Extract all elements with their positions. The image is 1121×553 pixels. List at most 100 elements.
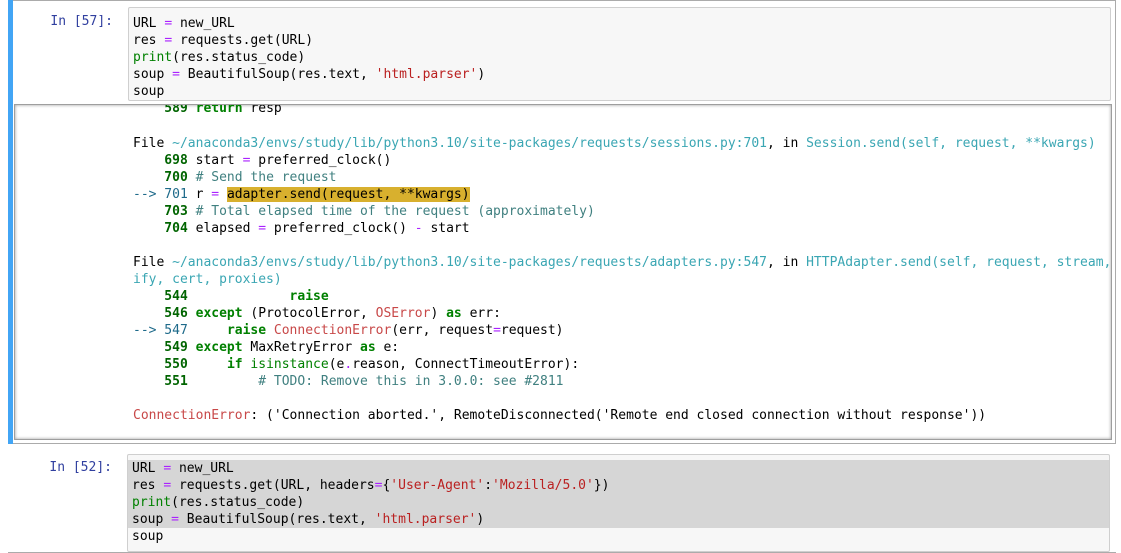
code-token: soup <box>133 67 173 82</box>
code-token: resp <box>242 104 282 116</box>
code-token: preferred_clock() <box>250 153 392 168</box>
traceback-line: 704 elapsed = preferred_clock() - start <box>133 220 469 237</box>
code-token: 'Mozilla/5.0' <box>492 478 594 493</box>
code-token: : <box>484 478 493 493</box>
code-token: r <box>195 187 212 202</box>
code-token: 'html.parser' <box>375 67 478 82</box>
traceback-line: ify, cert, proxies) <box>133 271 282 288</box>
code-line: soup <box>129 83 1110 100</box>
code-line: soup = BeautifulSoup(res.text, 'html.par… <box>129 66 1110 83</box>
traceback-line: File ~/anaconda3/envs/study/lib/python3.… <box>133 135 1096 152</box>
code-token: : ('Connection aborted.', RemoteDisconne… <box>250 408 987 423</box>
code-token: err: <box>461 306 501 321</box>
code-token: res <box>132 478 164 493</box>
code-token: as <box>360 340 376 355</box>
code-token: requests.get(URL) <box>172 33 314 48</box>
code-token: new_URL <box>171 461 234 476</box>
code-token: ~/anaconda3/envs/study/lib/python3.10/si… <box>172 136 767 151</box>
code-token: preferred_clock() <box>266 221 415 236</box>
code-token: print <box>132 495 172 510</box>
code-token: = <box>211 187 220 202</box>
code-token: except <box>195 340 243 355</box>
code-input-area[interactable]: URL = new_URL res = requests.get(URL, hea… <box>127 454 1110 552</box>
code-token: . <box>344 357 353 372</box>
traceback-line: ConnectionError: ('Connection aborted.',… <box>133 407 986 424</box>
code-input-area[interactable]: URL = new_URL res = requests.get(URL) prin… <box>128 7 1111 101</box>
code-token: adapter.send(request, **kwargs) <box>226 187 470 202</box>
code-token: raise <box>289 289 329 304</box>
code-token: File <box>133 255 173 270</box>
code-token: ify, cert, proxies) <box>133 272 282 287</box>
traceback-line: 700 # Send the request <box>133 169 336 186</box>
code-line: res = requests.get(URL) <box>129 32 1110 49</box>
code-token: e: <box>375 340 400 355</box>
code-line: print(res.status_code) <box>129 49 1110 66</box>
code-token: 700 <box>133 170 196 185</box>
code-token: res <box>133 33 165 48</box>
code-token: isinstance <box>250 357 329 372</box>
traceback-line: --> 701 r = adapter.send(request, **kwar… <box>133 186 470 203</box>
code-token: ) <box>430 306 447 321</box>
code-token: as <box>446 306 462 321</box>
code-token: = <box>493 323 501 338</box>
code-token: , in <box>766 136 807 151</box>
code-token: = <box>172 67 180 82</box>
code-token: soup <box>132 529 164 544</box>
code-token: 'html.parser' <box>374 512 477 527</box>
code-token: ConnectionError <box>133 408 251 423</box>
code-token: elapsed <box>195 221 259 236</box>
code-cell-57[interactable]: In [57]: URL = new_URL res = requests.get… <box>8 0 1116 444</box>
code-token: File <box>133 136 173 151</box>
code-token: BeautifulSoup(res.text, <box>179 67 376 82</box>
code-token: OSError <box>375 306 431 321</box>
code-token: 'User-Agent' <box>390 478 485 493</box>
traceback-line: 703 # Total elapsed time of the request … <box>133 203 595 220</box>
code-token: , in <box>766 255 807 270</box>
traceback-line: 544 raise <box>133 288 329 305</box>
traceback-line: 549 except MaxRetryError as e: <box>133 339 399 356</box>
code-token: 544 <box>133 289 196 304</box>
code-token: if <box>226 357 243 372</box>
code-token: # TODO: Remove this in 3.0.0: see #2811 <box>258 374 564 389</box>
code-token: 704 <box>133 221 196 236</box>
cell-selection-bar <box>8 0 13 444</box>
code-token: --> 701 <box>133 187 196 202</box>
code-line: print(res.status_code) <box>128 494 1109 511</box>
code-token: (e <box>328 357 345 372</box>
code-token: raise <box>226 323 267 338</box>
code-token: URL <box>132 461 164 476</box>
code-token: except <box>195 306 243 321</box>
code-token: start <box>195 153 243 168</box>
code-token: ConnectionError <box>273 323 392 338</box>
code-token: return <box>195 104 243 116</box>
code-token: BeautifulSoup(res.text, <box>178 512 375 527</box>
error-output-area[interactable]: 589 return resp File ~/anaconda3/envs/stu… <box>14 104 1112 440</box>
code-token: = <box>163 478 172 493</box>
code-token: requests.get(URL, headers <box>171 478 375 493</box>
code-token: 550 <box>133 357 196 372</box>
traceback-line: File ~/anaconda3/envs/study/lib/python3.… <box>133 254 1111 271</box>
code-line: res = requests.get(URL, headers={'User-A… <box>128 477 1109 494</box>
code-token: (ProtocolError, <box>242 306 376 321</box>
code-token: 698 <box>133 153 196 168</box>
code-token: # Total elapsed time of the request (app… <box>195 204 595 219</box>
cell-prompt: In [57]: <box>50 14 113 29</box>
code-token: print <box>133 50 173 65</box>
traceback-line: 546 except (ProtocolError, OSError) as e… <box>133 305 501 322</box>
traceback-line: 550 if isinstance(e.reason, ConnectTimeo… <box>133 356 579 373</box>
traceback-line: 589 return resp <box>133 104 282 117</box>
code-token: ) <box>476 512 485 527</box>
code-cell-52[interactable]: In [52]: URL = new_URL res = requests.get… <box>8 452 1116 553</box>
code-token: reason, ConnectTimeoutError): <box>352 357 580 372</box>
code-token: new_URL <box>172 16 235 31</box>
code-token: (res.status_code) <box>171 495 305 510</box>
code-token: = <box>258 221 267 236</box>
code-line: soup <box>128 528 1109 545</box>
code-token: request) <box>500 323 564 338</box>
